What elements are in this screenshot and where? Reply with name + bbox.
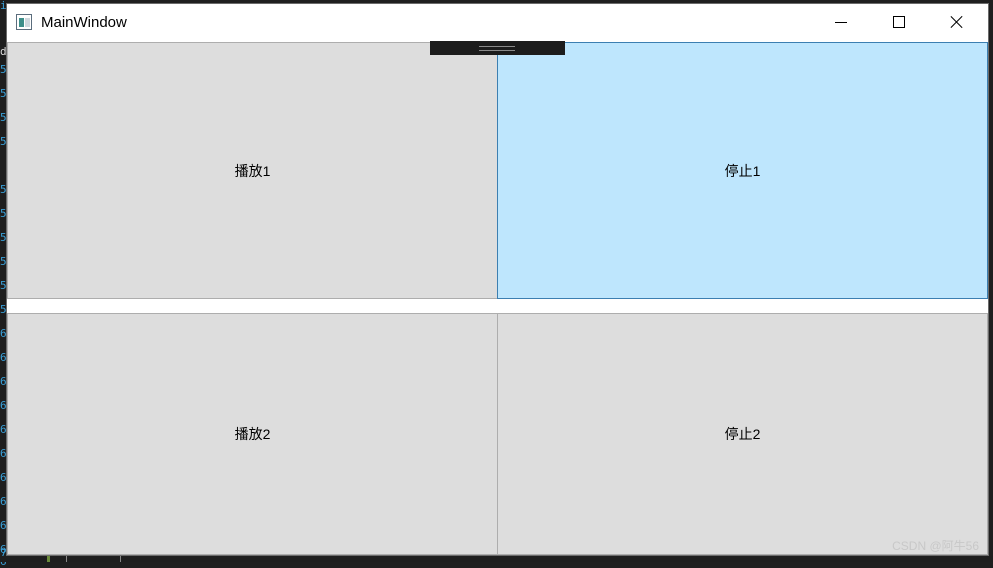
window-title: MainWindow (41, 13, 127, 33)
play1-button[interactable]: 播放1 (7, 42, 498, 299)
minimize-icon (835, 22, 847, 23)
debug-toolbar[interactable] (430, 41, 565, 55)
close-button[interactable] (928, 4, 986, 42)
stop2-label: 停止2 (725, 424, 761, 444)
maximize-icon (893, 16, 905, 28)
play2-button[interactable]: 播放2 (7, 313, 498, 555)
background-bottom-strip (0, 556, 993, 562)
bottom-mark (47, 556, 50, 562)
play2-label: 播放2 (235, 424, 271, 444)
window-app-icon (16, 14, 32, 30)
stop1-button[interactable]: 停止1 (497, 42, 988, 299)
title-bar[interactable]: MainWindow (7, 4, 988, 42)
grip-icon (479, 46, 515, 51)
play1-label: 播放1 (235, 161, 271, 181)
bottom-mark (66, 556, 67, 562)
stop1-label: 停止1 (725, 161, 761, 181)
content-area: 播放1 停止1 播放2 停止2 (7, 42, 988, 555)
main-window: MainWindow 播放1 停止1 播放2 停止2 (6, 3, 989, 556)
stop2-button[interactable]: 停止2 (497, 313, 988, 555)
bottom-mark (120, 556, 121, 562)
close-icon (950, 15, 964, 29)
watermark: CSDN @阿牛56 (892, 537, 979, 554)
maximize-button[interactable] (870, 4, 928, 42)
minimize-button[interactable] (812, 4, 870, 42)
